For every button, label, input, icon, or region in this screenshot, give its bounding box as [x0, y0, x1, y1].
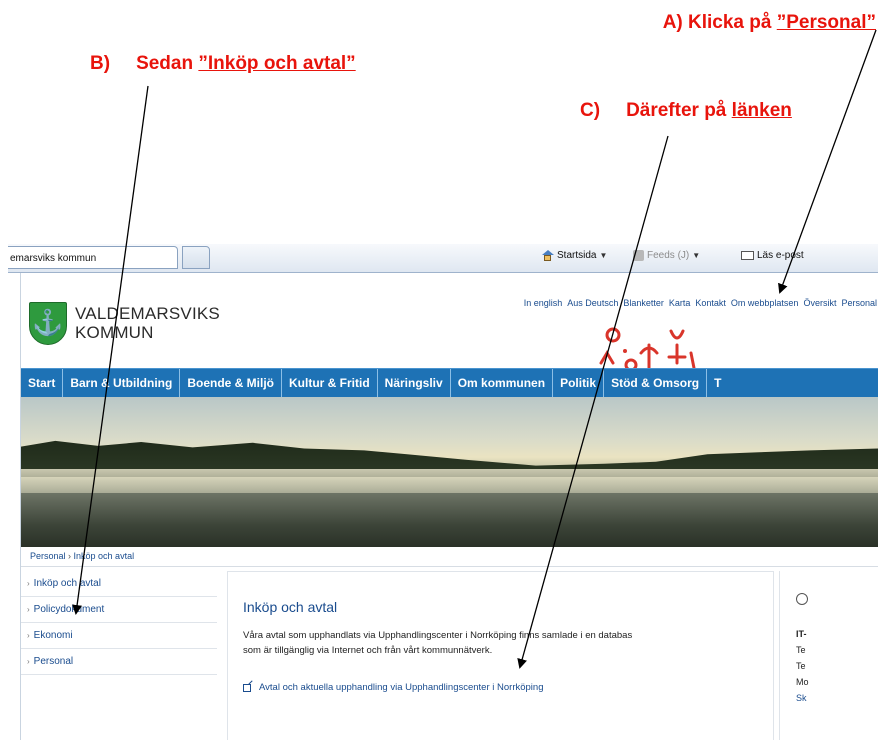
- logo-line1: VALDEMARSVIKS: [75, 304, 220, 323]
- nav-kultur-fritid[interactable]: Kultur & Fritid: [282, 369, 378, 397]
- hero-lake-image: [21, 397, 878, 547]
- home-label: Startsida: [557, 250, 597, 261]
- toplink-om-webbplatsen[interactable]: Om webbplatsen: [731, 298, 799, 308]
- mail-label: Läs e-post: [757, 250, 804, 261]
- breadcrumb-personal[interactable]: Personal: [30, 551, 66, 561]
- toplink-blanketter[interactable]: Blanketter: [623, 298, 664, 308]
- breadcrumb: Personal › Inköp och avtal: [30, 551, 135, 561]
- pen-icon: [796, 593, 808, 605]
- breadcrumb-current: Inköp och avtal: [73, 551, 135, 561]
- upphandling-link-label: Avtal och aktuella upphandling via Uppha…: [259, 682, 544, 693]
- bullet-icon: ›: [27, 657, 30, 666]
- upphandling-link[interactable]: Avtal och aktuella upphandling via Uppha…: [243, 682, 543, 693]
- instruction-b-link: ”Inköp och avtal”: [198, 53, 356, 74]
- instruction-c: C) Därefter på länken: [580, 100, 792, 122]
- sidebar-menu: › Inköp och avtal › Policydokument › Ekonom…: [21, 571, 217, 675]
- logo-line2: KOMMUN: [75, 323, 154, 342]
- nav-om-kommunen[interactable]: Om kommunen: [451, 369, 554, 397]
- instruction-c-link: länken: [731, 100, 792, 121]
- right-line-4: Mo: [796, 677, 809, 687]
- home-icon: [541, 250, 554, 261]
- bullet-icon: ›: [27, 605, 30, 614]
- website: ⚓ VALDEMARSVIKS KOMMUN In english Aus De…: [20, 273, 878, 740]
- instruction-a: A) Klicka på ”Personal”: [663, 12, 876, 34]
- feeds-button[interactable]: Feeds (J) ▼: [633, 250, 700, 261]
- top-links: In english Aus Deutsch Blanketter Karta …: [524, 298, 877, 308]
- right-line-3: Te: [796, 661, 806, 671]
- instruction-a-link: ”Personal”: [776, 12, 876, 33]
- instruction-b: B) Sedan ”Inköp och avtal”: [90, 53, 356, 75]
- feeds-dropdown-icon[interactable]: ▼: [692, 251, 700, 260]
- nav-barn-utbildning[interactable]: Barn & Utbildning: [63, 369, 181, 397]
- sidebar-item-personal[interactable]: › Personal: [21, 649, 217, 675]
- feed-icon: [633, 250, 644, 261]
- instruction-c-text: Därefter på: [626, 100, 732, 121]
- nav-politik[interactable]: Politik: [553, 369, 605, 397]
- instruction-b-prefix: B): [90, 53, 111, 74]
- site-logo-text[interactable]: VALDEMARSVIKS KOMMUN: [75, 304, 220, 342]
- browser-screenshot: emarsviks kommun Startsida ▼ Feeds (J) ▼…: [8, 222, 878, 740]
- hero-reflection: [21, 493, 878, 547]
- instruction-b-text: Sedan: [136, 53, 199, 74]
- toplink-personal[interactable]: Personal: [841, 298, 877, 308]
- browser-tab[interactable]: emarsviks kommun: [8, 246, 178, 269]
- right-line-2: Te: [796, 645, 806, 655]
- right-line-5[interactable]: Sk: [796, 693, 807, 703]
- feeds-label: Feeds (J): [647, 250, 690, 261]
- coat-of-arms-logo[interactable]: ⚓: [29, 302, 67, 345]
- toplink-oversikt[interactable]: Översikt: [803, 298, 836, 308]
- mail-icon: [741, 251, 754, 260]
- sidebar-item-inkop-och-avtal[interactable]: › Inköp och avtal: [21, 571, 217, 597]
- page-title: Inköp och avtal: [243, 599, 338, 615]
- new-tab-button[interactable]: [182, 246, 210, 269]
- sidebar-item-label: Personal: [33, 656, 74, 667]
- instruction-c-prefix: C): [580, 100, 601, 121]
- mail-button[interactable]: Läs e-post: [741, 250, 804, 261]
- instruction-a-prefix: A) Klicka på: [662, 12, 777, 33]
- main-navigation: Start Barn & Utbildning Boende & Miljö K…: [21, 368, 878, 397]
- right-column: IT- Te Te Mo Sk: [779, 571, 878, 740]
- nav-start[interactable]: Start: [21, 369, 64, 397]
- right-line-1: IT-: [796, 629, 807, 639]
- external-link-icon: [243, 683, 251, 692]
- bullet-icon: ›: [27, 631, 30, 640]
- sidebar-item-label: Policydokument: [33, 604, 105, 615]
- toplink-english[interactable]: In english: [524, 298, 563, 308]
- home-button[interactable]: Startsida ▼: [541, 250, 607, 261]
- content-paragraph: Våra avtal som upphandlats via Upphandli…: [243, 630, 633, 656]
- nav-naringsliv[interactable]: Näringsliv: [378, 369, 451, 397]
- anchor-icon: ⚓: [32, 309, 64, 337]
- toplink-karta[interactable]: Karta: [669, 298, 691, 308]
- nav-truncated[interactable]: T: [707, 369, 728, 397]
- home-dropdown-icon[interactable]: ▼: [599, 251, 607, 260]
- sidebar-item-label: Inköp och avtal: [33, 578, 101, 589]
- nav-boende-miljo[interactable]: Boende & Miljö: [180, 369, 283, 397]
- toplink-deutsch[interactable]: Aus Deutsch: [567, 298, 618, 308]
- sidebar-item-policydokument[interactable]: › Policydokument: [21, 597, 217, 623]
- browser-toolbar: emarsviks kommun Startsida ▼ Feeds (J) ▼…: [8, 244, 878, 273]
- sidebar-item-label: Ekonomi: [33, 630, 73, 641]
- breadcrumb-divider: [21, 566, 878, 567]
- main-content: Inköp och avtal Våra avtal som upphandla…: [227, 571, 774, 740]
- toplink-kontakt[interactable]: Kontakt: [695, 298, 726, 308]
- nav-stod-omsorg[interactable]: Stöd & Omsorg: [604, 369, 708, 397]
- sidebar-item-ekonomi[interactable]: › Ekonomi: [21, 623, 217, 649]
- bullet-icon: ›: [27, 579, 30, 588]
